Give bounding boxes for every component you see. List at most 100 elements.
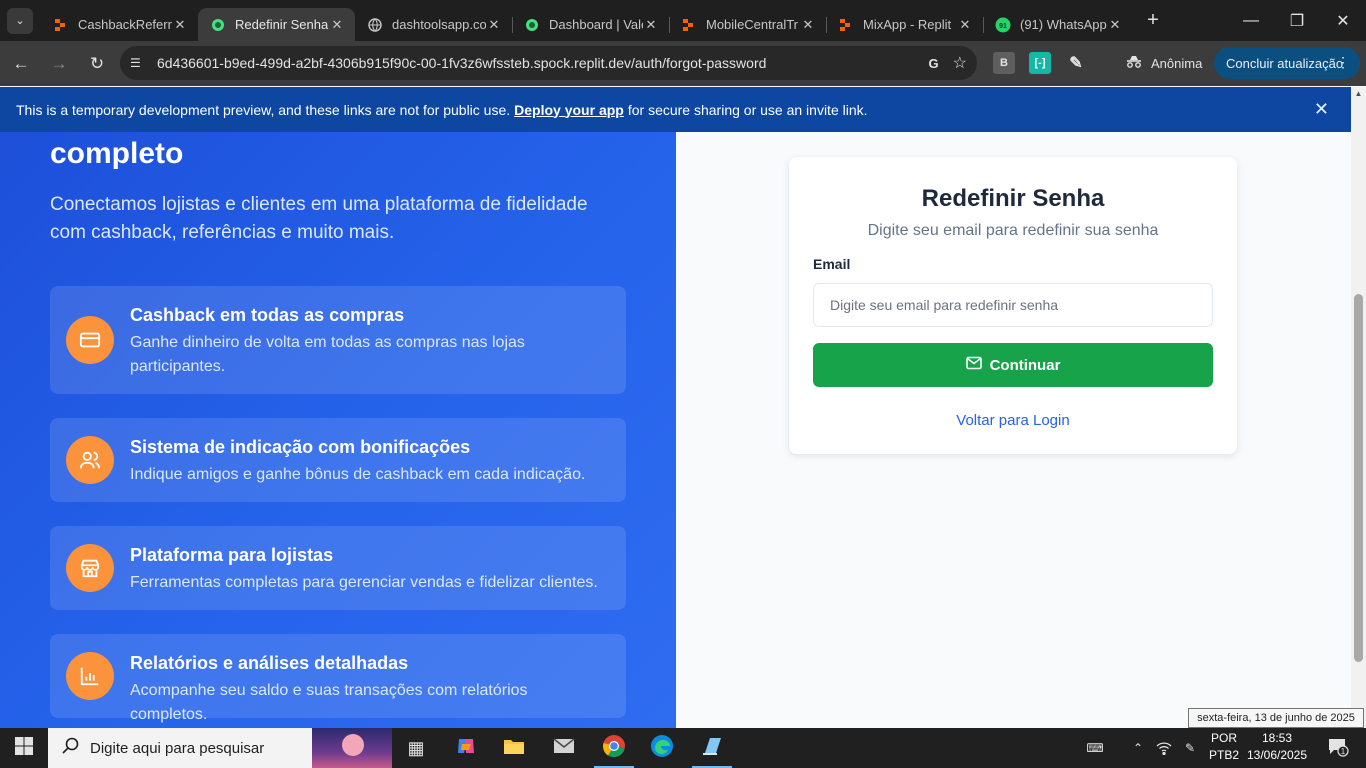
- feature-title: Sistema de indicação com bonificações: [130, 437, 471, 457]
- chevron-up-icon[interactable]: ⌃: [1126, 728, 1150, 768]
- restore-button[interactable]: ❐: [1274, 0, 1320, 41]
- tab-search-button[interactable]: ⌄: [7, 7, 33, 34]
- feature-description: Indique amigos e ganhe bônus de cashback…: [130, 466, 586, 483]
- browser-tab[interactable]: MobileCentralTr ✕: [669, 8, 827, 41]
- scroll-up-icon[interactable]: ▲: [1352, 89, 1365, 101]
- minimize-button[interactable]: —: [1228, 0, 1274, 41]
- scrollbar-thumb[interactable]: [1354, 294, 1363, 662]
- feature-description: Ganhe dinheiro de volta em todas as comp…: [130, 334, 525, 375]
- mail-icon: [965, 356, 982, 374]
- edge-button[interactable]: [638, 728, 686, 768]
- site-settings-icon[interactable]: ☰: [130, 56, 150, 70]
- close-icon[interactable]: ✕: [643, 17, 659, 33]
- reload-button[interactable]: ↻: [80, 47, 114, 81]
- browser-tab[interactable]: CashbackReferral ✕: [41, 8, 199, 41]
- task-view-button[interactable]: ▦: [392, 728, 440, 768]
- back-button[interactable]: ←: [4, 47, 38, 81]
- replit-dev-icon: [210, 17, 226, 33]
- close-icon[interactable]: ✕: [486, 17, 502, 33]
- continue-button[interactable]: Continuar: [813, 343, 1213, 387]
- taskbar-search[interactable]: Digite aqui para pesquisar: [48, 728, 392, 768]
- extensions-puzzle-icon[interactable]: ✎: [1065, 52, 1087, 74]
- search-highlight-art: [312, 728, 392, 768]
- address-bar[interactable]: ☰ 6d436601-b9ed-499d-a2bf-4306b915f90c-0…: [120, 46, 977, 80]
- forward-button[interactable]: →: [42, 47, 76, 81]
- browser-tab[interactable]: dashtoolsapp.com ✕: [355, 8, 513, 41]
- update-button[interactable]: Concluir atualização ⋮: [1214, 47, 1360, 79]
- copilot-icon: [455, 735, 477, 762]
- replit-dev-icon: [524, 17, 540, 33]
- system-clock[interactable]: 18:53 13/06/2025: [1246, 730, 1308, 764]
- more-vert-icon[interactable]: ⋮: [1336, 54, 1350, 71]
- close-icon[interactable]: ✕: [800, 17, 816, 33]
- tab-title: MixApp - Replit: [863, 17, 952, 32]
- url-text[interactable]: 6d436601-b9ed-499d-a2bf-4306b915f90c-00-…: [157, 55, 766, 71]
- users-icon: [66, 436, 114, 484]
- back-to-login-link[interactable]: Voltar para Login: [789, 412, 1237, 429]
- tab-title: dashtoolsapp.com: [392, 17, 486, 32]
- hero-title: completo: [50, 137, 184, 170]
- copilot-button[interactable]: [442, 728, 490, 768]
- envelope-icon: [553, 737, 575, 759]
- banner-text-after: for secure sharing or use an invite link…: [627, 101, 868, 118]
- clock-date: 13/06/2025: [1246, 748, 1308, 762]
- file-explorer-button[interactable]: [490, 728, 538, 768]
- browser-tab[interactable]: MixApp - Replit ✕: [826, 8, 984, 41]
- incognito-indicator[interactable]: Anônima: [1117, 48, 1210, 78]
- browser-toolbar: ← → ↻ ☰ 6d436601-b9ed-499d-a2bf-4306b915…: [0, 41, 1366, 86]
- arrow-right-icon: →: [50, 53, 68, 73]
- dev-preview-banner: This is a temporary development preview,…: [0, 87, 1351, 132]
- email-label: Email: [813, 256, 851, 272]
- incognito-icon: [1125, 55, 1143, 72]
- close-icon[interactable]: ✕: [957, 17, 973, 33]
- whatsapp-icon: 91: [995, 17, 1011, 33]
- chevron-down-icon: ⌄: [15, 15, 25, 27]
- restore-icon: ❐: [1289, 12, 1305, 30]
- date-tooltip: sexta-feira, 13 de junho de 2025: [1188, 708, 1364, 728]
- start-button[interactable]: [0, 728, 48, 768]
- email-field[interactable]: [813, 283, 1213, 327]
- translate-icon[interactable]: G: [929, 56, 939, 71]
- plus-icon: +: [1147, 9, 1159, 31]
- banner-text: This is a temporary development preview,…: [16, 101, 511, 118]
- browser-tab[interactable]: 91 (91) WhatsApp B ✕: [983, 8, 1133, 41]
- search-icon: [62, 737, 80, 760]
- credit-card-icon: [66, 316, 114, 364]
- task-view-icon: ▦: [407, 737, 425, 758]
- star-icon[interactable]: ☆: [953, 53, 967, 73]
- arrow-left-icon: ←: [12, 53, 30, 73]
- feature-description: Ferramentas completas para gerenciar ven…: [130, 574, 598, 591]
- card-subtitle: Digite seu email para redefinir sua senh…: [867, 222, 1159, 239]
- browser-tab-active[interactable]: Redefinir Senha ✕: [198, 8, 355, 41]
- pen-icon[interactable]: ✎: [1178, 728, 1202, 768]
- close-icon[interactable]: ✕: [1107, 17, 1123, 33]
- notepad-icon: [701, 735, 723, 762]
- chrome-button[interactable]: [590, 728, 638, 768]
- extension-b-icon[interactable]: B: [993, 52, 1015, 74]
- extension-teal-icon[interactable]: [-]: [1029, 52, 1051, 74]
- tab-title: Dashboard | Vale: [549, 17, 643, 32]
- keyboard-tray-icon[interactable]: ⌨: [1080, 728, 1110, 768]
- new-tab-button[interactable]: +: [1139, 7, 1167, 35]
- wifi-icon[interactable]: [1152, 728, 1176, 768]
- reload-icon: ↻: [89, 53, 105, 73]
- notifications-button[interactable]: 1: [1318, 728, 1358, 768]
- browser-tab[interactable]: Dashboard | Vale ✕: [512, 8, 670, 41]
- mail-app-button[interactable]: [540, 728, 588, 768]
- input-language[interactable]: POR PTB2: [1206, 730, 1242, 764]
- pinned-app-button[interactable]: [688, 728, 736, 768]
- close-icon: ✕: [1336, 12, 1350, 30]
- close-icon[interactable]: ✕: [1314, 99, 1329, 120]
- update-label: Concluir atualização: [1226, 55, 1344, 71]
- feature-card: Plataforma para lojistas Ferramentas com…: [50, 526, 626, 610]
- edge-icon: [650, 734, 674, 763]
- close-icon[interactable]: ✕: [329, 17, 345, 33]
- store-icon: [66, 544, 114, 592]
- feature-card: Cashback em todas as compras Ganhe dinhe…: [50, 286, 626, 394]
- feature-title: Cashback em todas as compras: [130, 305, 405, 325]
- close-icon[interactable]: ✕: [172, 17, 188, 33]
- replit-icon: [838, 17, 854, 33]
- feature-title: Relatórios e análises detalhadas: [130, 653, 409, 673]
- deploy-app-link[interactable]: Deploy your app: [514, 102, 624, 118]
- close-window-button[interactable]: ✕: [1320, 0, 1366, 41]
